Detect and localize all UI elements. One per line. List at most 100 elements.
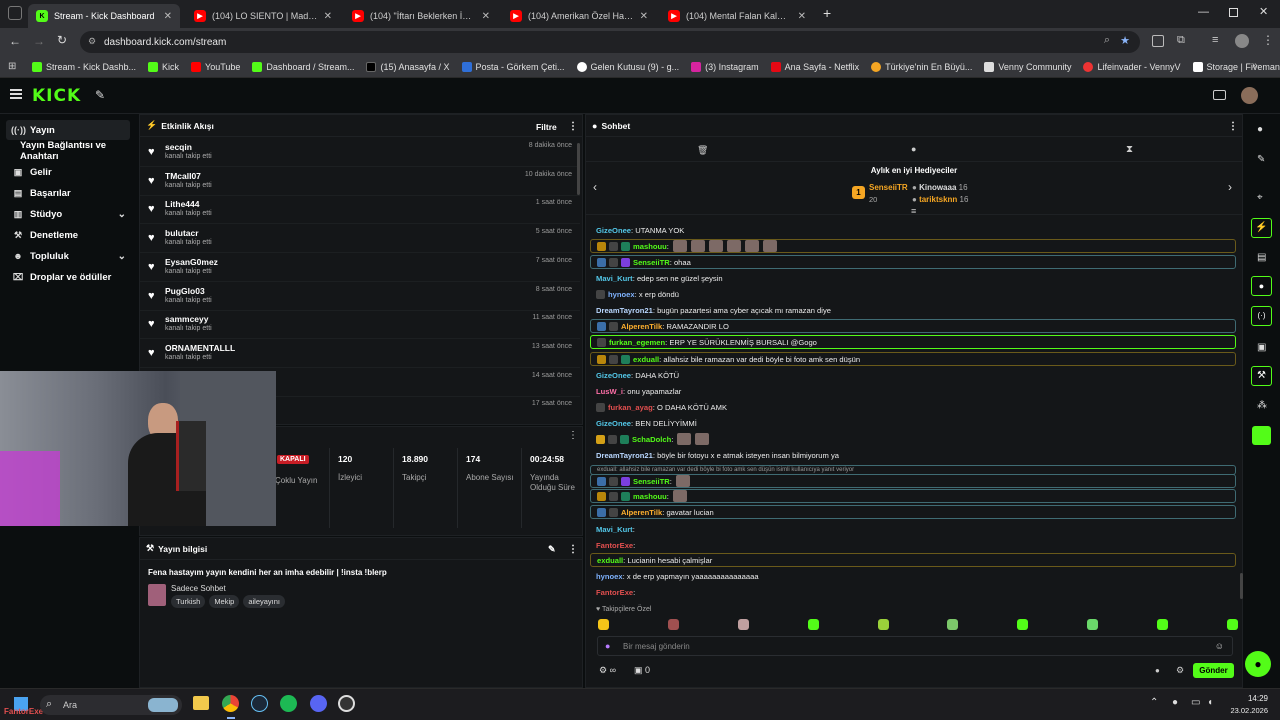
minimize-icon[interactable]: — [1198, 6, 1209, 18]
zoom-icon[interactable]: ⌕ [1104, 34, 1110, 47]
extension-icon[interactable] [1152, 35, 1164, 47]
broadcast-tool-icon[interactable]: (·) [1251, 306, 1272, 326]
chat-username[interactable]: GizeOnee [596, 419, 631, 428]
chat-message[interactable]: furkan_egemen: ERP YE SÜRÜKLENMİŞ BURSAL… [590, 335, 1236, 349]
chat-message[interactable]: DreamTayron21: böyle bir fotoyu x e atma… [590, 448, 1236, 462]
activity-item[interactable]: ♥ secqin kanalı takip etti 8 dakika önce [140, 138, 580, 167]
close-tab-icon[interactable]: ✕ [640, 11, 648, 22]
bookmark-item[interactable]: Gelen Kutusu (9) - g... [576, 61, 679, 72]
chat-message[interactable]: SchaDolch: [590, 432, 1236, 446]
chat-username[interactable]: SenseiiTR [633, 258, 670, 267]
chat-message[interactable]: furkan_ayag: O DAHA KÖTÜ AMK [590, 400, 1236, 414]
tag[interactable]: aileyayını [243, 595, 286, 608]
activity-item[interactable]: ♥ TMcalI07 kanalı takip etti 10 dakika önce [140, 167, 580, 196]
microphone-tray-icon[interactable]: ● [1172, 697, 1178, 708]
hammer-tool-icon[interactable]: ⚒ [1251, 366, 1272, 386]
game-tool-icon[interactable] [1252, 426, 1271, 445]
chat-username[interactable]: Mavi_Kurt [596, 525, 633, 534]
gifter-name[interactable]: ● tariktsknn 16 [912, 195, 968, 204]
stream-info-menu-icon[interactable]: ⋮ [568, 544, 578, 555]
info-icon[interactable]: ● [1257, 124, 1263, 135]
chat-message[interactable]: hynoex: x de erp yapmayın yaaaaaaaaaaaaa… [590, 569, 1236, 583]
car-icon[interactable]: ▣ [1257, 342, 1266, 353]
chat-username[interactable]: FantorExe [596, 541, 633, 550]
emote-picker-icon[interactable] [737, 619, 749, 630]
next-arrow-icon[interactable]: › [1228, 180, 1232, 194]
sidebar-item-yayin[interactable]: ((·)) Yayın [6, 120, 130, 140]
emote-picker-icon[interactable] [1087, 619, 1099, 630]
taskbar-search-box[interactable]: ⌕ Ara [40, 695, 182, 715]
chrome-icon[interactable] [222, 695, 239, 712]
tab-groups-icon[interactable] [8, 6, 22, 20]
hamburger-menu-icon[interactable] [10, 89, 22, 99]
chat-message[interactable]: LusW_i: onu yapamazlar [590, 384, 1236, 398]
chat-input[interactable]: ● Bir mesaj gönderin ☺ [597, 636, 1233, 656]
activity-scrollbar[interactable] [577, 143, 580, 195]
more-bookmarks-icon[interactable]: » [1252, 60, 1258, 71]
sidebar-item-basarilar[interactable]: ▤ Başarılar [6, 183, 130, 203]
activity-item[interactable]: ♥ ORNAMENTALLL kanalı takip etti 13 saat ön… [140, 339, 580, 368]
chat-message[interactable]: FantorExe: [590, 538, 1236, 552]
chat-username[interactable]: mashouu [633, 492, 667, 501]
volume-icon[interactable]: ◖ [1207, 697, 1213, 708]
emote-picker-icon[interactable] [1017, 619, 1029, 630]
pencil-icon[interactable]: ✎ [1257, 154, 1265, 165]
lightning-tool-icon[interactable]: ⚡ [1251, 218, 1272, 238]
floating-chat-button[interactable]: ● [1245, 651, 1271, 677]
chat-scrollbar[interactable] [1240, 573, 1243, 599]
forward-icon[interactable]: → [33, 34, 45, 48]
prev-arrow-icon[interactable]: ‹ [593, 180, 597, 194]
chat-message[interactable]: SenseiiTR: [590, 474, 1236, 488]
emoji-icon[interactable]: ☺ [1215, 641, 1224, 651]
edit-pencil-icon[interactable]: ✎ [548, 544, 556, 555]
apps-grid-icon[interactable]: ⊞ [8, 61, 16, 72]
close-tab-icon[interactable]: ✕ [324, 11, 332, 22]
bookmark-item[interactable]: Storage | Fivemanage [1192, 61, 1280, 72]
creator-icon[interactable] [1213, 90, 1226, 100]
steam-icon[interactable] [251, 695, 268, 712]
chat-mode-icon[interactable]: ● [911, 144, 916, 154]
chat-username[interactable]: LusW_i [596, 387, 623, 396]
chat-message[interactable]: Mavi_Kurt: edep sen ne güzel şeysin [590, 271, 1236, 285]
bookmark-item[interactable]: (15) Anasayfa / X [366, 61, 450, 72]
bookmark-item[interactable]: Ana Sayfa - Netflix [770, 61, 859, 72]
obs-icon[interactable] [338, 695, 355, 712]
back-icon[interactable]: ← [9, 34, 21, 48]
chat-username[interactable]: mashouu [633, 242, 667, 251]
tab-kick-dashboard[interactable]: K Stream - Kick Dashboard ✕ [28, 4, 180, 28]
emote-picker-icon[interactable] [807, 619, 819, 630]
emote-picker-icon[interactable] [877, 619, 889, 630]
sidebar-item-gelir[interactable]: ▣ Gelir [6, 162, 130, 182]
chat-username[interactable]: AlperenTilk [621, 508, 662, 517]
chat-username[interactable]: DreamTayron21 [596, 451, 653, 460]
spotify-icon[interactable] [280, 695, 297, 712]
profile-avatar[interactable] [1235, 34, 1249, 48]
activity-username[interactable]: ORNAMENTALLL [165, 343, 235, 353]
bookmark-item[interactable]: Stream - Kick Dashb... [32, 61, 136, 72]
discord-icon[interactable] [310, 695, 327, 712]
channel-points[interactable]: ⚙ ∞ [599, 665, 616, 676]
bookmark-item[interactable]: Lifeinvader - VennyV [1083, 61, 1181, 72]
emote-picker-icon[interactable] [1226, 619, 1238, 630]
user-avatar[interactable] [1241, 87, 1258, 104]
microphone-icon[interactable]: ● [605, 641, 610, 651]
activity-username[interactable]: PugGlo03 [165, 286, 205, 296]
close-tab-icon[interactable]: ✕ [482, 11, 490, 22]
tab-youtube-4[interactable]: ▶ (104) Mental Falan Kalmadı Ya | ✕ [660, 4, 814, 28]
tab-youtube-3[interactable]: ▶ (104) Amerikan Özel Harekâtı ✕ [502, 4, 656, 28]
chat-username[interactable]: AlperenTilk [621, 322, 662, 331]
document-icon[interactable]: ▤ [1257, 252, 1266, 263]
trash-icon[interactable]: 🗑 [697, 145, 708, 156]
chat-message[interactable]: GizeOnee: UTANMA YOK [590, 223, 1236, 237]
chat-settings-icon[interactable]: ⚙ [1176, 665, 1184, 676]
category-label[interactable]: Sadece Sohbet [171, 584, 226, 593]
site-info-icon[interactable]: ⚙ [88, 36, 96, 47]
chat-username[interactable]: hynoex [608, 290, 635, 299]
bookmark-item[interactable]: Posta - Görkem Çeti... [461, 61, 565, 72]
activity-item[interactable]: ♥ PugGlo03 kanalı takip etti 8 saat önce [140, 282, 580, 311]
chat-username[interactable]: SchaDolch [632, 435, 671, 444]
activity-item[interactable]: ♥ bulutacr kanalı takip etti 5 saat önce [140, 224, 580, 254]
chat-message[interactable]: AlperenTilk: RAMAZANDIR LO [590, 319, 1236, 333]
puzzle-icon[interactable]: ⧉ [1177, 34, 1185, 47]
bookmark-item[interactable]: Kick [148, 61, 179, 72]
